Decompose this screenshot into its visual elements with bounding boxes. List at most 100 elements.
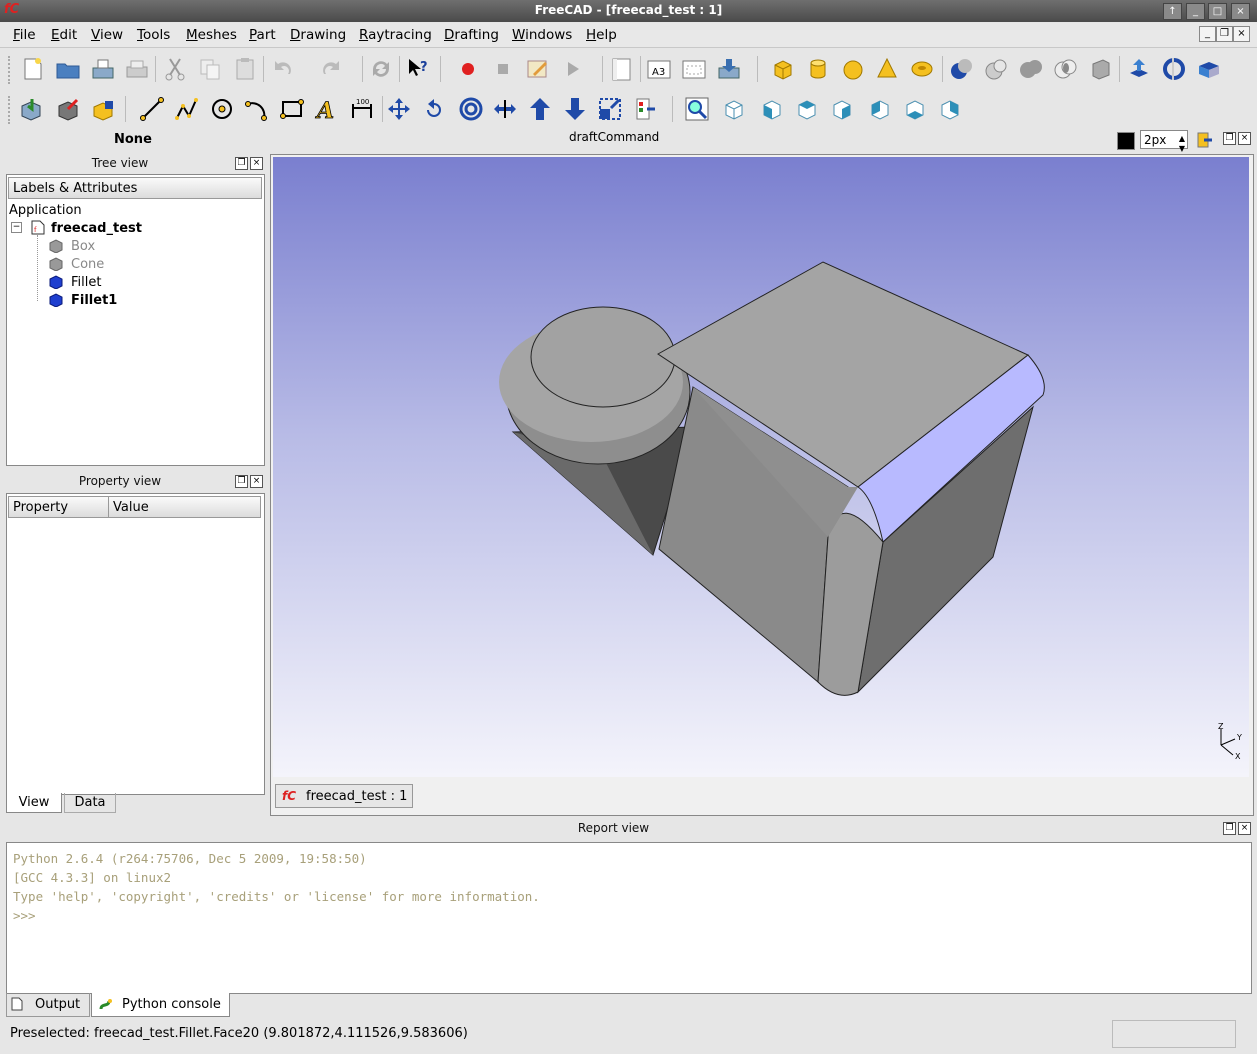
revolve-icon[interactable] xyxy=(1161,56,1187,82)
float-property-icon[interactable]: ❐ xyxy=(235,475,248,488)
draft-line-icon[interactable] xyxy=(139,96,165,122)
line-color-swatch[interactable] xyxy=(1117,132,1135,150)
fuse-shapes-icon[interactable] xyxy=(1018,56,1044,82)
apply-style-icon[interactable] xyxy=(1196,131,1214,149)
menu-file[interactable]: File xyxy=(13,27,36,43)
float-tree-icon[interactable]: ❐ xyxy=(235,157,248,170)
draft-trimex-icon[interactable] xyxy=(492,96,518,122)
draft-scale-icon[interactable] xyxy=(597,96,623,122)
menu-tools[interactable]: Tools xyxy=(137,27,170,43)
view-fit-all-icon[interactable] xyxy=(684,96,710,122)
whats-this-icon[interactable]: ? xyxy=(406,56,432,82)
new-document-icon[interactable] xyxy=(20,56,46,82)
float-draftbar-icon[interactable]: ❐ xyxy=(1223,132,1236,145)
tab-view[interactable]: View xyxy=(6,793,62,813)
undo-icon[interactable] xyxy=(270,56,296,82)
view-left-icon[interactable] xyxy=(937,96,963,122)
document-tab[interactable]: fC freecad_test : 1 xyxy=(275,784,413,808)
copy-icon[interactable] xyxy=(197,56,223,82)
record-macro-icon[interactable] xyxy=(455,56,481,82)
view-axonometric-icon[interactable] xyxy=(721,96,747,122)
3d-viewport[interactable]: Z Y X xyxy=(273,157,1249,777)
close-property-icon[interactable]: × xyxy=(250,475,263,488)
new-a3-landscape-icon[interactable]: A3 xyxy=(646,56,672,82)
menu-part[interactable]: Part xyxy=(249,27,276,43)
menu-edit[interactable]: Edit xyxy=(51,27,77,43)
view-right-icon[interactable] xyxy=(829,96,855,122)
section-icon[interactable] xyxy=(1088,56,1114,82)
model-render[interactable] xyxy=(273,157,1249,777)
common-shapes-icon[interactable] xyxy=(1053,56,1079,82)
close-tree-icon[interactable]: × xyxy=(250,157,263,170)
property-column-header[interactable]: Property xyxy=(8,496,109,518)
draft-rectangle-icon[interactable] xyxy=(279,96,305,122)
stop-macro-icon[interactable] xyxy=(490,56,516,82)
tab-python-console[interactable]: Python console xyxy=(91,993,230,1017)
tab-output[interactable]: Output xyxy=(6,993,90,1017)
extrude-icon[interactable] xyxy=(1126,56,1152,82)
value-column-header[interactable]: Value xyxy=(108,496,261,518)
menu-help[interactable]: Help xyxy=(586,27,617,43)
insert-view-icon[interactable] xyxy=(681,56,707,82)
menu-raytracing[interactable]: Raytracing xyxy=(359,27,432,43)
menu-windows[interactable]: Windows xyxy=(512,27,572,43)
boolean-icon[interactable] xyxy=(948,56,974,82)
view-top-icon[interactable] xyxy=(794,96,820,122)
import-icon[interactable] xyxy=(18,96,44,122)
cut-shapes-icon[interactable] xyxy=(983,56,1009,82)
mdi-minimize-icon[interactable]: _ xyxy=(1199,26,1216,42)
menu-meshes[interactable]: Meshes xyxy=(186,27,237,43)
view-front-icon[interactable] xyxy=(759,96,785,122)
tab-data[interactable]: Data xyxy=(64,793,116,813)
tree-item-fillet1[interactable]: Fillet1 xyxy=(71,293,117,308)
tree-document[interactable]: freecad_test xyxy=(51,221,142,236)
save-icon[interactable] xyxy=(90,56,116,82)
part-sphere-icon[interactable] xyxy=(840,56,866,82)
mdi-close-icon[interactable]: × xyxy=(1233,26,1250,42)
print-icon[interactable] xyxy=(124,56,150,82)
redo-icon[interactable] xyxy=(318,56,344,82)
paste-icon[interactable] xyxy=(232,56,258,82)
export-page-icon[interactable] xyxy=(716,56,742,82)
part-cylinder-icon[interactable] xyxy=(805,56,831,82)
menu-view[interactable]: View xyxy=(91,27,123,43)
menu-drawing[interactable]: Drawing xyxy=(290,27,346,43)
draft-downgrade-icon[interactable] xyxy=(562,96,588,122)
cut-icon[interactable] xyxy=(162,56,188,82)
upgrade-icon[interactable] xyxy=(90,96,116,122)
draft-to-drawing-icon[interactable] xyxy=(633,96,659,122)
part-torus-icon[interactable] xyxy=(909,56,935,82)
minimize-window-icon[interactable]: _ xyxy=(1186,3,1205,20)
close-draftbar-icon[interactable]: × xyxy=(1238,132,1251,145)
tree-item-fillet[interactable]: Fillet xyxy=(71,275,101,290)
draft-text-icon[interactable]: A xyxy=(314,96,340,122)
draft-move-icon[interactable] xyxy=(386,96,412,122)
mirror-icon[interactable] xyxy=(1196,56,1222,82)
float-report-icon[interactable]: ❐ xyxy=(1223,822,1236,835)
view-bottom-icon[interactable] xyxy=(902,96,928,122)
draft-dimension-icon[interactable]: 100 xyxy=(349,96,375,122)
menu-drafting[interactable]: Drafting xyxy=(444,27,499,43)
part-cone-icon[interactable] xyxy=(874,56,900,82)
line-width-spinbox[interactable]: 2px ▲ ▼ xyxy=(1140,130,1188,153)
edit-macro-icon[interactable] xyxy=(525,56,551,82)
view-rear-icon[interactable] xyxy=(867,96,893,122)
mdi-restore-icon[interactable]: ❐ xyxy=(1216,26,1233,42)
draft-offset-icon[interactable] xyxy=(458,96,484,122)
shade-window-icon[interactable]: ↑ xyxy=(1163,3,1182,20)
python-console[interactable]: Python 2.6.4 (r264:75706, Dec 5 2009, 19… xyxy=(6,842,1252,994)
maximize-window-icon[interactable]: □ xyxy=(1208,3,1227,20)
draft-circle-icon[interactable] xyxy=(209,96,235,122)
run-macro-icon[interactable] xyxy=(560,56,586,82)
new-drawing-icon[interactable] xyxy=(609,56,635,82)
close-window-icon[interactable]: × xyxy=(1231,3,1250,20)
close-report-icon[interactable]: × xyxy=(1238,822,1251,835)
tree-item-cone[interactable]: Cone xyxy=(71,257,104,272)
open-folder-icon[interactable] xyxy=(55,56,81,82)
tree-root-application[interactable]: Application xyxy=(9,203,82,218)
draft-arc-icon[interactable] xyxy=(244,96,270,122)
draft-wire-icon[interactable] xyxy=(174,96,200,122)
draft-rotate-icon[interactable] xyxy=(421,96,447,122)
part-box-icon[interactable] xyxy=(770,56,796,82)
round-top-face[interactable] xyxy=(530,306,676,408)
